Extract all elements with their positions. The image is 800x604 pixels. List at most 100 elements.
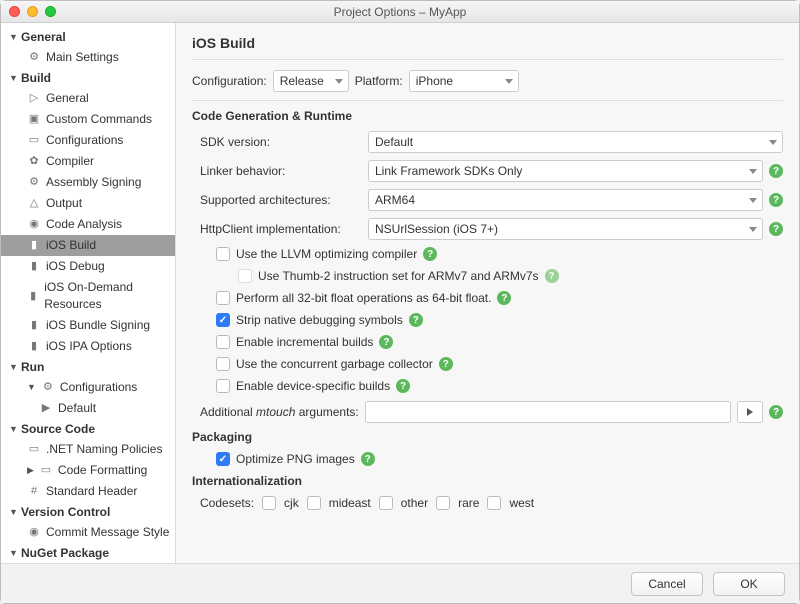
help-icon[interactable]: ?: [423, 247, 437, 261]
devspec-label: Enable device-specific builds: [236, 379, 390, 393]
sidebar-cat-build[interactable]: ▼Build: [1, 68, 175, 88]
sidebar-item-custom-commands[interactable]: ▣Custom Commands: [1, 109, 175, 130]
linker-select[interactable]: Link Framework SDKs Only: [368, 160, 763, 182]
format-icon: ▭: [39, 464, 53, 477]
help-icon[interactable]: ?: [769, 222, 783, 236]
sidebar-cat-vcs[interactable]: ▼Version Control: [1, 502, 175, 522]
sidebar-item-configurations[interactable]: ▭Configurations: [1, 130, 175, 151]
sidebar-item-assembly-signing[interactable]: ⚙Assembly Signing: [1, 172, 175, 193]
commit-icon: ◉: [27, 526, 41, 539]
sidebar-item-run-configurations[interactable]: ▼⚙Configurations: [1, 377, 175, 398]
help-icon[interactable]: ?: [769, 405, 783, 419]
thumb-label: Use Thumb-2 instruction set for ARMv7 an…: [258, 269, 539, 283]
arch-label: Supported architectures:: [192, 193, 362, 207]
http-label: HttpClient implementation:: [192, 222, 362, 236]
analysis-icon: ◉: [27, 218, 41, 231]
sidebar-cat-run[interactable]: ▼Run: [1, 357, 175, 377]
help-icon[interactable]: ?: [497, 291, 511, 305]
tag-icon: ▭: [27, 443, 41, 456]
signing-icon: ⚙: [27, 176, 41, 189]
help-icon[interactable]: ?: [439, 357, 453, 371]
sidebar-item-naming-policies[interactable]: ▭.NET Naming Policies: [1, 439, 175, 460]
linker-label: Linker behavior:: [192, 164, 362, 178]
phone-icon: ▮: [27, 260, 41, 273]
png-checkbox[interactable]: [216, 452, 230, 466]
help-icon[interactable]: ?: [409, 313, 423, 327]
phone-icon: ▮: [27, 340, 41, 353]
incremental-label: Enable incremental builds: [236, 335, 373, 349]
dialog-footer: Cancel OK: [1, 563, 799, 603]
png-label: Optimize PNG images: [236, 452, 355, 466]
platform-select[interactable]: iPhone: [409, 70, 519, 92]
sidebar-item-code-formatting[interactable]: ▶▭Code Formatting: [1, 460, 175, 481]
sidebar-item-code-analysis[interactable]: ◉Code Analysis: [1, 214, 175, 235]
sgen-checkbox[interactable]: [216, 357, 230, 371]
incremental-checkbox[interactable]: [216, 335, 230, 349]
section-codegen: Code Generation & Runtime: [192, 109, 783, 123]
strip-checkbox[interactable]: [216, 313, 230, 327]
cjk-checkbox[interactable]: [262, 496, 276, 510]
other-checkbox[interactable]: [379, 496, 393, 510]
close-icon[interactable]: [9, 6, 20, 17]
sidebar-item-standard-header[interactable]: #Standard Header: [1, 481, 175, 502]
llvm-label: Use the LLVM optimizing compiler: [236, 247, 417, 261]
sidebar: ▼General ⚙Main Settings ▼Build ▷General …: [1, 23, 176, 563]
help-icon[interactable]: ?: [396, 379, 410, 393]
minimize-icon[interactable]: [27, 6, 38, 17]
sidebar-item-ios-debug[interactable]: ▮iOS Debug: [1, 256, 175, 277]
rare-checkbox[interactable]: [436, 496, 450, 510]
thumb-checkbox: [238, 269, 252, 283]
ok-button[interactable]: OK: [713, 572, 785, 596]
mtouch-run-button[interactable]: [737, 401, 763, 423]
zoom-icon[interactable]: [45, 6, 56, 17]
sidebar-cat-source[interactable]: ▼Source Code: [1, 419, 175, 439]
sdk-label: SDK version:: [192, 135, 362, 149]
addl-args-label: Additional mtouch arguments:: [192, 405, 359, 419]
http-select[interactable]: NSUrlSession (iOS 7+): [368, 218, 763, 240]
devspec-checkbox[interactable]: [216, 379, 230, 393]
cancel-button[interactable]: Cancel: [631, 572, 703, 596]
sidebar-item-commit-style[interactable]: ◉Commit Message Style: [1, 522, 175, 543]
window-title: Project Options – MyApp: [1, 5, 799, 19]
help-icon[interactable]: ?: [361, 452, 375, 466]
terminal-icon: ▣: [27, 113, 41, 126]
phone-icon: ▮: [27, 239, 41, 252]
sidebar-cat-nuget[interactable]: ▼NuGet Package: [1, 543, 175, 563]
help-icon[interactable]: ?: [769, 164, 783, 178]
codesets-label: Codesets:: [200, 496, 254, 510]
gear-icon: ⚙: [27, 51, 41, 64]
divider: [192, 100, 783, 101]
sidebar-item-run-default[interactable]: ▶Default: [1, 398, 175, 419]
west-checkbox[interactable]: [487, 496, 501, 510]
section-packaging: Packaging: [192, 430, 783, 444]
mtouch-args-input[interactable]: [365, 401, 731, 423]
strip-label: Strip native debugging symbols: [236, 313, 403, 327]
sidebar-item-main-settings[interactable]: ⚙Main Settings: [1, 47, 175, 68]
window-titlebar: Project Options – MyApp: [1, 1, 799, 23]
panel-title: iOS Build: [192, 31, 783, 60]
output-icon: △: [27, 197, 41, 210]
platform-label: Platform:: [355, 74, 403, 88]
configuration-select[interactable]: Release: [273, 70, 349, 92]
sidebar-cat-general[interactable]: ▼General: [1, 27, 175, 47]
sidebar-item-ios-ondemand[interactable]: ▮iOS On-Demand Resources: [1, 277, 175, 315]
float32-checkbox[interactable]: [216, 291, 230, 305]
arch-select[interactable]: ARM64: [368, 189, 763, 211]
sdk-select[interactable]: Default: [368, 131, 783, 153]
help-icon[interactable]: ?: [545, 269, 559, 283]
hash-icon: #: [27, 485, 41, 498]
help-icon[interactable]: ?: [379, 335, 393, 349]
sidebar-item-compiler[interactable]: ✿Compiler: [1, 151, 175, 172]
help-icon[interactable]: ?: [769, 193, 783, 207]
phone-icon: ▮: [27, 290, 39, 303]
sidebar-item-build-general[interactable]: ▷General: [1, 88, 175, 109]
llvm-checkbox[interactable]: [216, 247, 230, 261]
sidebar-item-ios-ipa[interactable]: ▮iOS IPA Options: [1, 336, 175, 357]
sidebar-item-ios-build[interactable]: ▮iOS Build: [1, 235, 175, 256]
main-panel: iOS Build Configuration: Release Platfor…: [176, 23, 799, 563]
sgen-label: Use the concurrent garbage collector: [236, 357, 433, 371]
mideast-checkbox[interactable]: [307, 496, 321, 510]
run-icon: ▶: [39, 402, 53, 415]
sidebar-item-ios-bundle-signing[interactable]: ▮iOS Bundle Signing: [1, 315, 175, 336]
sidebar-item-output[interactable]: △Output: [1, 193, 175, 214]
